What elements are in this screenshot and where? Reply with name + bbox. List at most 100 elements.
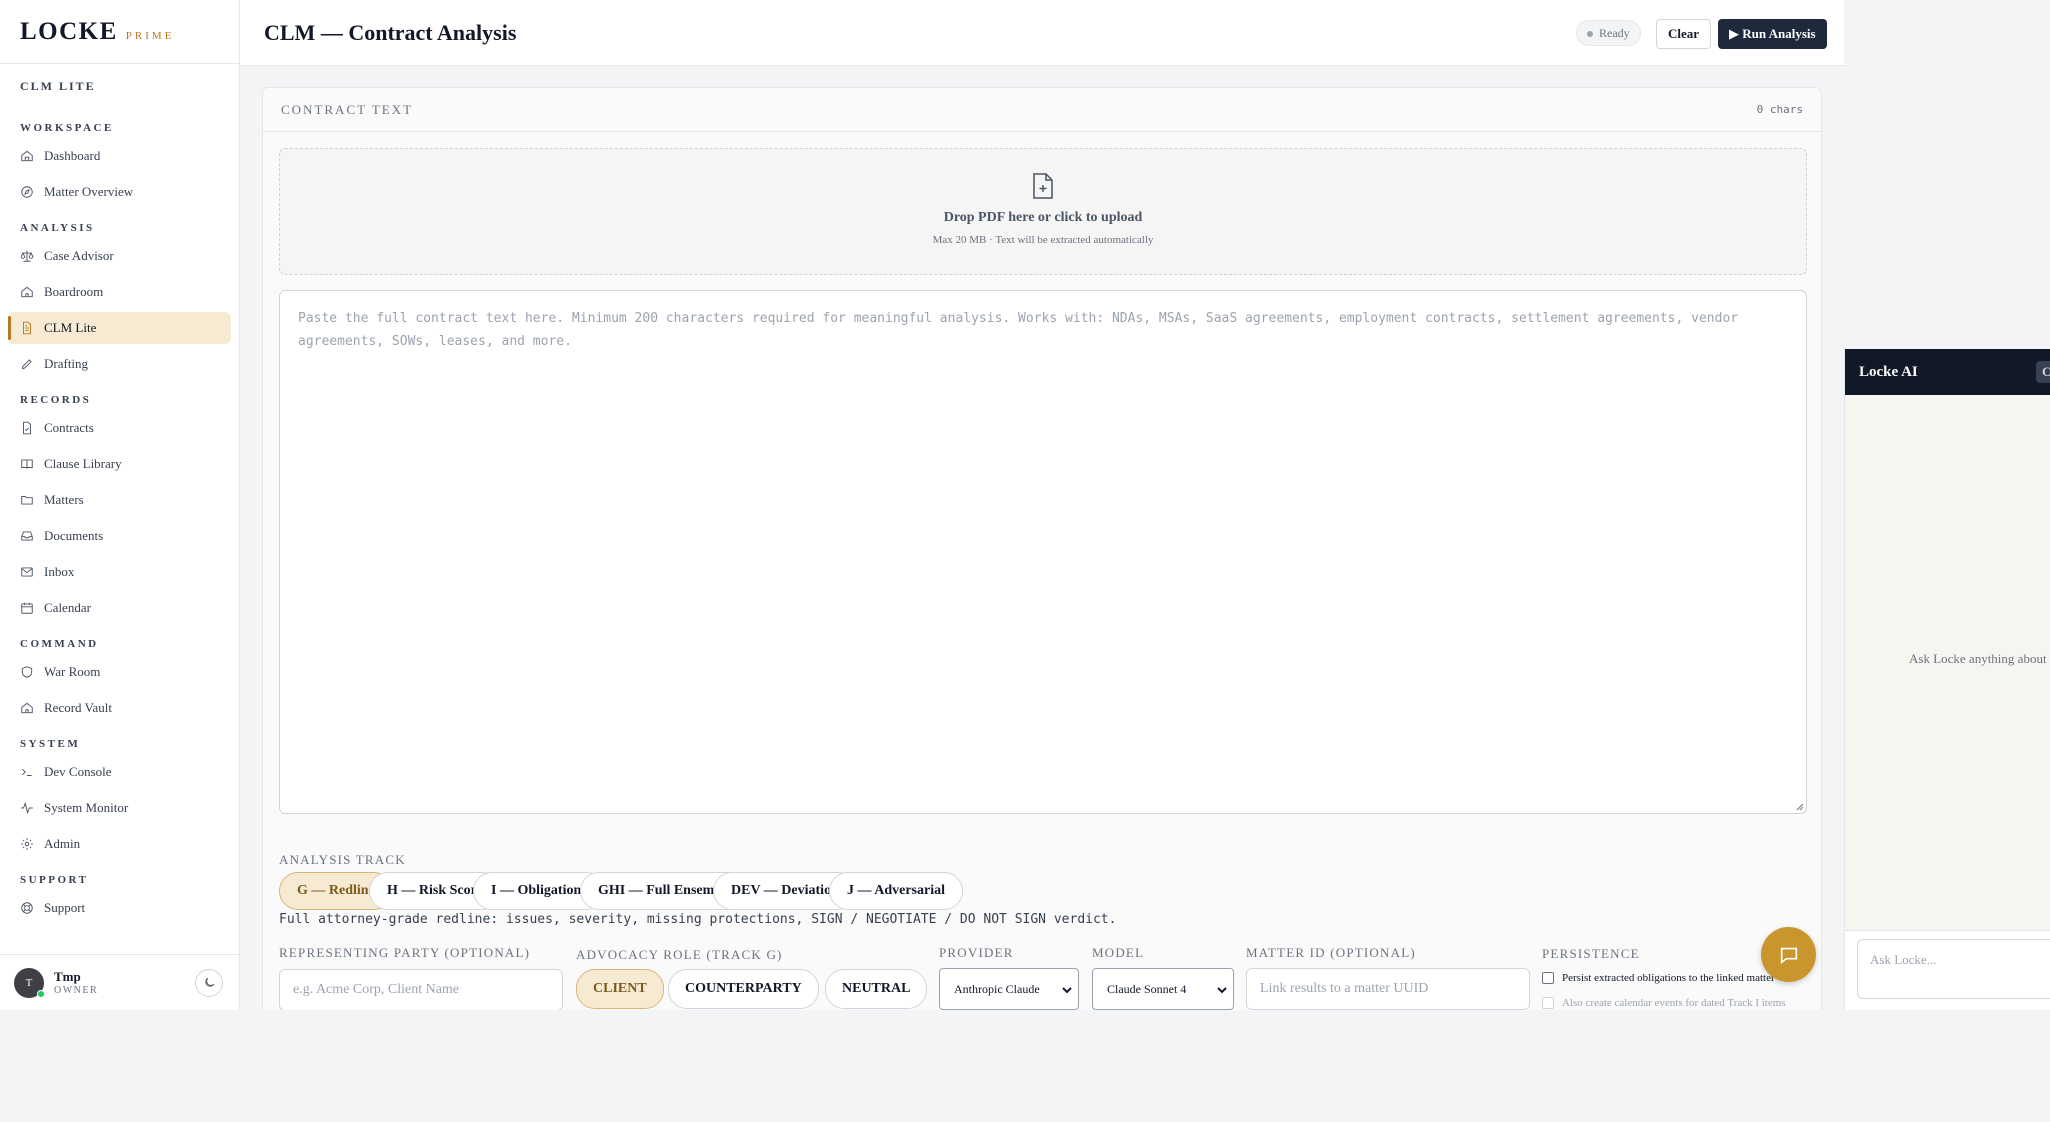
page-background (0, 1010, 2050, 1122)
sidebar-section-workspace: WORKSPACE (20, 122, 114, 134)
textarea-placeholder: Paste the full contract text here. Minim… (298, 311, 1739, 349)
char-count: 0 chars (1756, 103, 1803, 116)
sidebar-item-dev-console[interactable]: Dev Console (8, 756, 231, 788)
contract-card: CONTRACT TEXT 0 chars Drop PDF here or c… (262, 87, 1822, 1022)
vault-icon (21, 702, 33, 714)
theme-toggle-button[interactable] (195, 968, 223, 997)
sidebar-item-label: CLM Lite (44, 320, 97, 335)
sidebar-item-clm-lite[interactable]: CLM Lite (8, 312, 231, 344)
sidebar-item-clause-library[interactable]: Clause Library (8, 448, 231, 480)
user-role: OWNER (54, 985, 99, 996)
mail-icon (21, 567, 33, 577)
ai-empty-state: Ask Locke anything about this (1909, 651, 2050, 666)
sidebar-item-war-room[interactable]: War Room (8, 656, 231, 688)
analysis-track-label: ANALYSIS TRACK (279, 852, 406, 867)
brand-tier: PRIME (125, 29, 175, 42)
sidebar-item-dashboard[interactable]: Dashboard (8, 140, 231, 172)
pdf-dropzone[interactable]: Drop PDF here or click to upload Max 20 … (279, 148, 1807, 275)
sidebar-item-label: System Monitor (44, 800, 129, 815)
chat-bubble-icon (1780, 947, 1797, 964)
sidebar-item-label: Admin (44, 836, 81, 851)
activity-icon (21, 801, 33, 815)
checkbox-box[interactable] (1542, 997, 1554, 1009)
checkbox-box[interactable] (1542, 972, 1554, 984)
avatar-initial: T (25, 976, 33, 989)
sidebar-item-record-vault[interactable]: Record Vault (8, 692, 231, 724)
inbox-tray-icon (21, 531, 33, 541)
sidebar-section-command: COMMAND (20, 638, 99, 650)
sidebar-section-analysis: ANALYSIS (20, 222, 95, 234)
ask-locke-input[interactable]: Ask Locke... (1857, 939, 2050, 999)
advocacy-role-option[interactable]: COUNTERPARTY (668, 969, 819, 1009)
persist-calendar-label: Also create calendar events for dated Tr… (1562, 997, 1786, 1009)
chat-fab-button[interactable] (1761, 927, 1816, 982)
persist-calendar-checkbox[interactable]: Also create calendar events for dated Tr… (1542, 997, 1786, 1009)
sidebar-item-inbox[interactable]: Inbox (8, 556, 231, 588)
sidebar-item-label: Contracts (44, 420, 94, 435)
matter-id-label: MATTER ID (OPTIONAL) (1246, 945, 1416, 960)
sidebar-section-system: SYSTEM (20, 738, 81, 750)
contract-textarea[interactable]: Paste the full contract text here. Minim… (279, 290, 1807, 814)
clear-button[interactable]: Clear (1656, 19, 1712, 49)
model-label: MODEL (1092, 945, 1145, 960)
scale-icon (20, 250, 34, 262)
sidebar-item-label: Matter Overview (44, 184, 134, 199)
sidebar-item-label: Calendar (44, 600, 91, 615)
sidebar-item-label: Drafting (44, 356, 89, 371)
sidebar-item-boardroom[interactable]: Boardroom (8, 276, 231, 308)
sidebar-item-support[interactable]: Support (8, 892, 231, 924)
page-title: CLM — Contract Analysis (264, 20, 517, 45)
sidebar-item-label: Matters (44, 492, 84, 507)
chevron-down-icon (1062, 987, 1072, 994)
dropzone-title: Drop PDF here or click to upload (943, 210, 1143, 225)
provider-value: Anthropic Claude (954, 981, 1040, 996)
run-analysis-button[interactable]: ▶ Run Analysis (1718, 19, 1827, 49)
user-card[interactable]: T Tmp OWNER (0, 954, 239, 1010)
representing-party-input[interactable]: e.g. Acme Corp, Client Name (279, 969, 563, 1011)
ai-panel-close-button[interactable]: C (2036, 361, 2050, 383)
compass-icon (21, 186, 33, 198)
sidebar-item-drafting[interactable]: Drafting (8, 348, 231, 380)
sidebar-item-label: Support (44, 900, 86, 915)
sidebar-item-label: Documents (44, 528, 104, 543)
sidebar-item-system-monitor[interactable]: System Monitor (8, 792, 231, 824)
model-value: Claude Sonnet 4 (1107, 981, 1187, 996)
status-badge: Ready (1576, 20, 1641, 46)
sidebar-item-contracts[interactable]: Contracts (8, 412, 231, 444)
sidebar-item-label: Boardroom (44, 284, 104, 299)
online-status-dot (37, 989, 45, 998)
avatar[interactable]: T (14, 967, 45, 998)
sidebar-crumb: CLM LITE (20, 79, 96, 93)
track-option[interactable]: J — Adversarial (829, 872, 963, 910)
sidebar-item-label: Dashboard (44, 148, 101, 163)
persist-obligations-label: Persist extracted obligations to the lin… (1562, 972, 1775, 984)
sidebar-item-calendar[interactable]: Calendar (8, 592, 231, 624)
moon-icon (204, 977, 214, 987)
sidebar-item-label: Inbox (44, 564, 75, 579)
sidebar-item-admin[interactable]: Admin (8, 828, 231, 860)
sidebar-item-matters[interactable]: Matters (8, 484, 231, 516)
logo[interactable]: LOCKE PRIME (0, 0, 239, 64)
sidebar-item-documents[interactable]: Documents (8, 520, 231, 552)
page-header: CLM — Contract Analysis Ready Clear ▶ Ru… (240, 0, 1844, 66)
advocacy-role-option[interactable]: CLIENT (576, 969, 664, 1009)
advocacy-role-label: ADVOCACY ROLE (TRACK G) (576, 947, 783, 962)
contract-text-title: CONTRACT TEXT (281, 101, 414, 117)
file-plus-icon (1033, 173, 1053, 199)
model-select[interactable]: Claude Sonnet 4 (1092, 968, 1234, 1010)
sidebar: LOCKE PRIME CLM LITE WORKSPACE Dashboard M… (0, 0, 240, 1010)
matter-id-input[interactable]: Link results to a matter UUID (1246, 968, 1530, 1010)
advocacy-role-option[interactable]: NEUTRAL (825, 969, 928, 1009)
dropzone-subtitle: Max 20 MB · Text will be extracted autom… (932, 234, 1154, 246)
lifebuoy-icon (21, 902, 33, 914)
provider-label: PROVIDER (939, 945, 1014, 960)
resize-grip-icon[interactable] (1794, 801, 1804, 811)
chevron-down-icon (1217, 987, 1227, 994)
terminal-icon (22, 768, 32, 776)
sidebar-item-label: Clause Library (44, 456, 122, 471)
ai-panel-title: Locke AI (1859, 363, 1918, 380)
sidebar-item-matter-overview[interactable]: Matter Overview (8, 176, 231, 208)
sidebar-item-case-advisor[interactable]: Case Advisor (8, 240, 231, 272)
provider-select[interactable]: Anthropic Claude (939, 968, 1079, 1010)
persist-obligations-checkbox[interactable]: Persist extracted obligations to the lin… (1542, 972, 1775, 984)
